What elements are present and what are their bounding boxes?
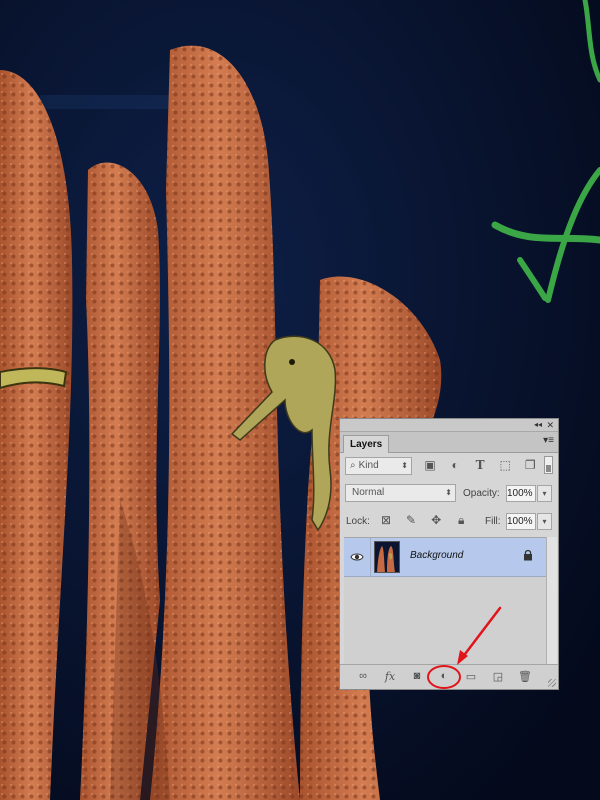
search-icon: ⌕: [350, 460, 356, 471]
eye-icon: [350, 553, 364, 561]
opacity-dropdown-icon[interactable]: ▾: [537, 485, 552, 502]
layers-panel: ◂◂ ✕ Layers ▾≡ ⌕ Kind ⬍ ▣ ◐ T ⬚ ❐ Normal …: [339, 418, 559, 690]
adjustment-filter-icon[interactable]: ◐: [447, 458, 463, 472]
layer-name[interactable]: Background: [410, 550, 463, 561]
collapse-panel-icon[interactable]: ◂◂: [534, 419, 542, 431]
layer-thumbnail: [374, 541, 400, 573]
lock-icon: [524, 549, 532, 561]
lock-transparent-icon[interactable]: ⊠: [378, 513, 394, 527]
panel-title-bar[interactable]: ◂◂ ✕: [340, 419, 558, 432]
chevron-updown-icon: ⬍: [445, 488, 452, 497]
fill-label: Fill:: [485, 516, 501, 527]
blend-mode-value: Normal: [352, 487, 385, 498]
visibility-toggle[interactable]: [344, 538, 371, 576]
opacity-label: Opacity:: [463, 488, 500, 499]
blend-mode-select[interactable]: Normal ⬍: [345, 484, 456, 502]
layer-row[interactable]: Background: [344, 538, 546, 577]
type-filter-icon[interactable]: T: [472, 458, 488, 472]
lock-position-icon[interactable]: ✥: [428, 513, 444, 527]
smart-object-filter-icon[interactable]: ❐: [522, 458, 538, 472]
new-adjustment-layer-icon[interactable]: ◐: [436, 670, 452, 684]
filter-kind-select[interactable]: ⌕ Kind ⬍: [345, 457, 412, 475]
panel-tab-bar: Layers ▾≡: [340, 432, 558, 453]
resize-grip[interactable]: [548, 679, 556, 687]
link-layers-icon[interactable]: ∞: [355, 670, 371, 684]
add-mask-icon[interactable]: ◙: [409, 670, 425, 684]
new-group-icon[interactable]: ▭: [463, 670, 479, 684]
fx-icon[interactable]: fx: [382, 670, 398, 684]
shape-filter-icon[interactable]: ⬚: [497, 458, 513, 472]
close-panel-icon[interactable]: ✕: [546, 419, 554, 431]
chevron-updown-icon: ⬍: [401, 461, 408, 470]
layers-list: Background: [344, 537, 546, 666]
filter-kind-label: Kind: [358, 460, 379, 471]
filter-row: ⌕ Kind ⬍ ▣ ◐ T ⬚ ❐: [340, 453, 558, 479]
lock-image-icon[interactable]: ✎: [403, 513, 419, 527]
tab-layers[interactable]: Layers: [343, 435, 390, 453]
lock-row: Lock: ⊠ ✎ ✥ 🔒︎ Fill: 100% ▾: [340, 509, 558, 533]
panel-menu-icon[interactable]: ▾≡: [543, 435, 554, 446]
lock-all-icon[interactable]: 🔒︎: [453, 513, 469, 528]
lock-label: Lock:: [346, 516, 370, 527]
layers-bottom-bar: ∞ fx ◙ ◐ ▭ ◲ 🗑︎: [340, 664, 558, 689]
filter-toggle[interactable]: [544, 456, 553, 474]
image-filter-icon[interactable]: ▣: [422, 458, 438, 472]
delete-layer-icon[interactable]: 🗑︎: [517, 670, 533, 684]
fill-dropdown-icon[interactable]: ▾: [537, 513, 552, 530]
opacity-input[interactable]: 100%: [506, 485, 536, 502]
blend-row: Normal ⬍ Opacity: 100% ▾: [340, 481, 558, 505]
new-layer-icon[interactable]: ◲: [490, 670, 506, 684]
layers-scrollbar[interactable]: [546, 537, 557, 665]
fill-input[interactable]: 100%: [506, 513, 536, 530]
